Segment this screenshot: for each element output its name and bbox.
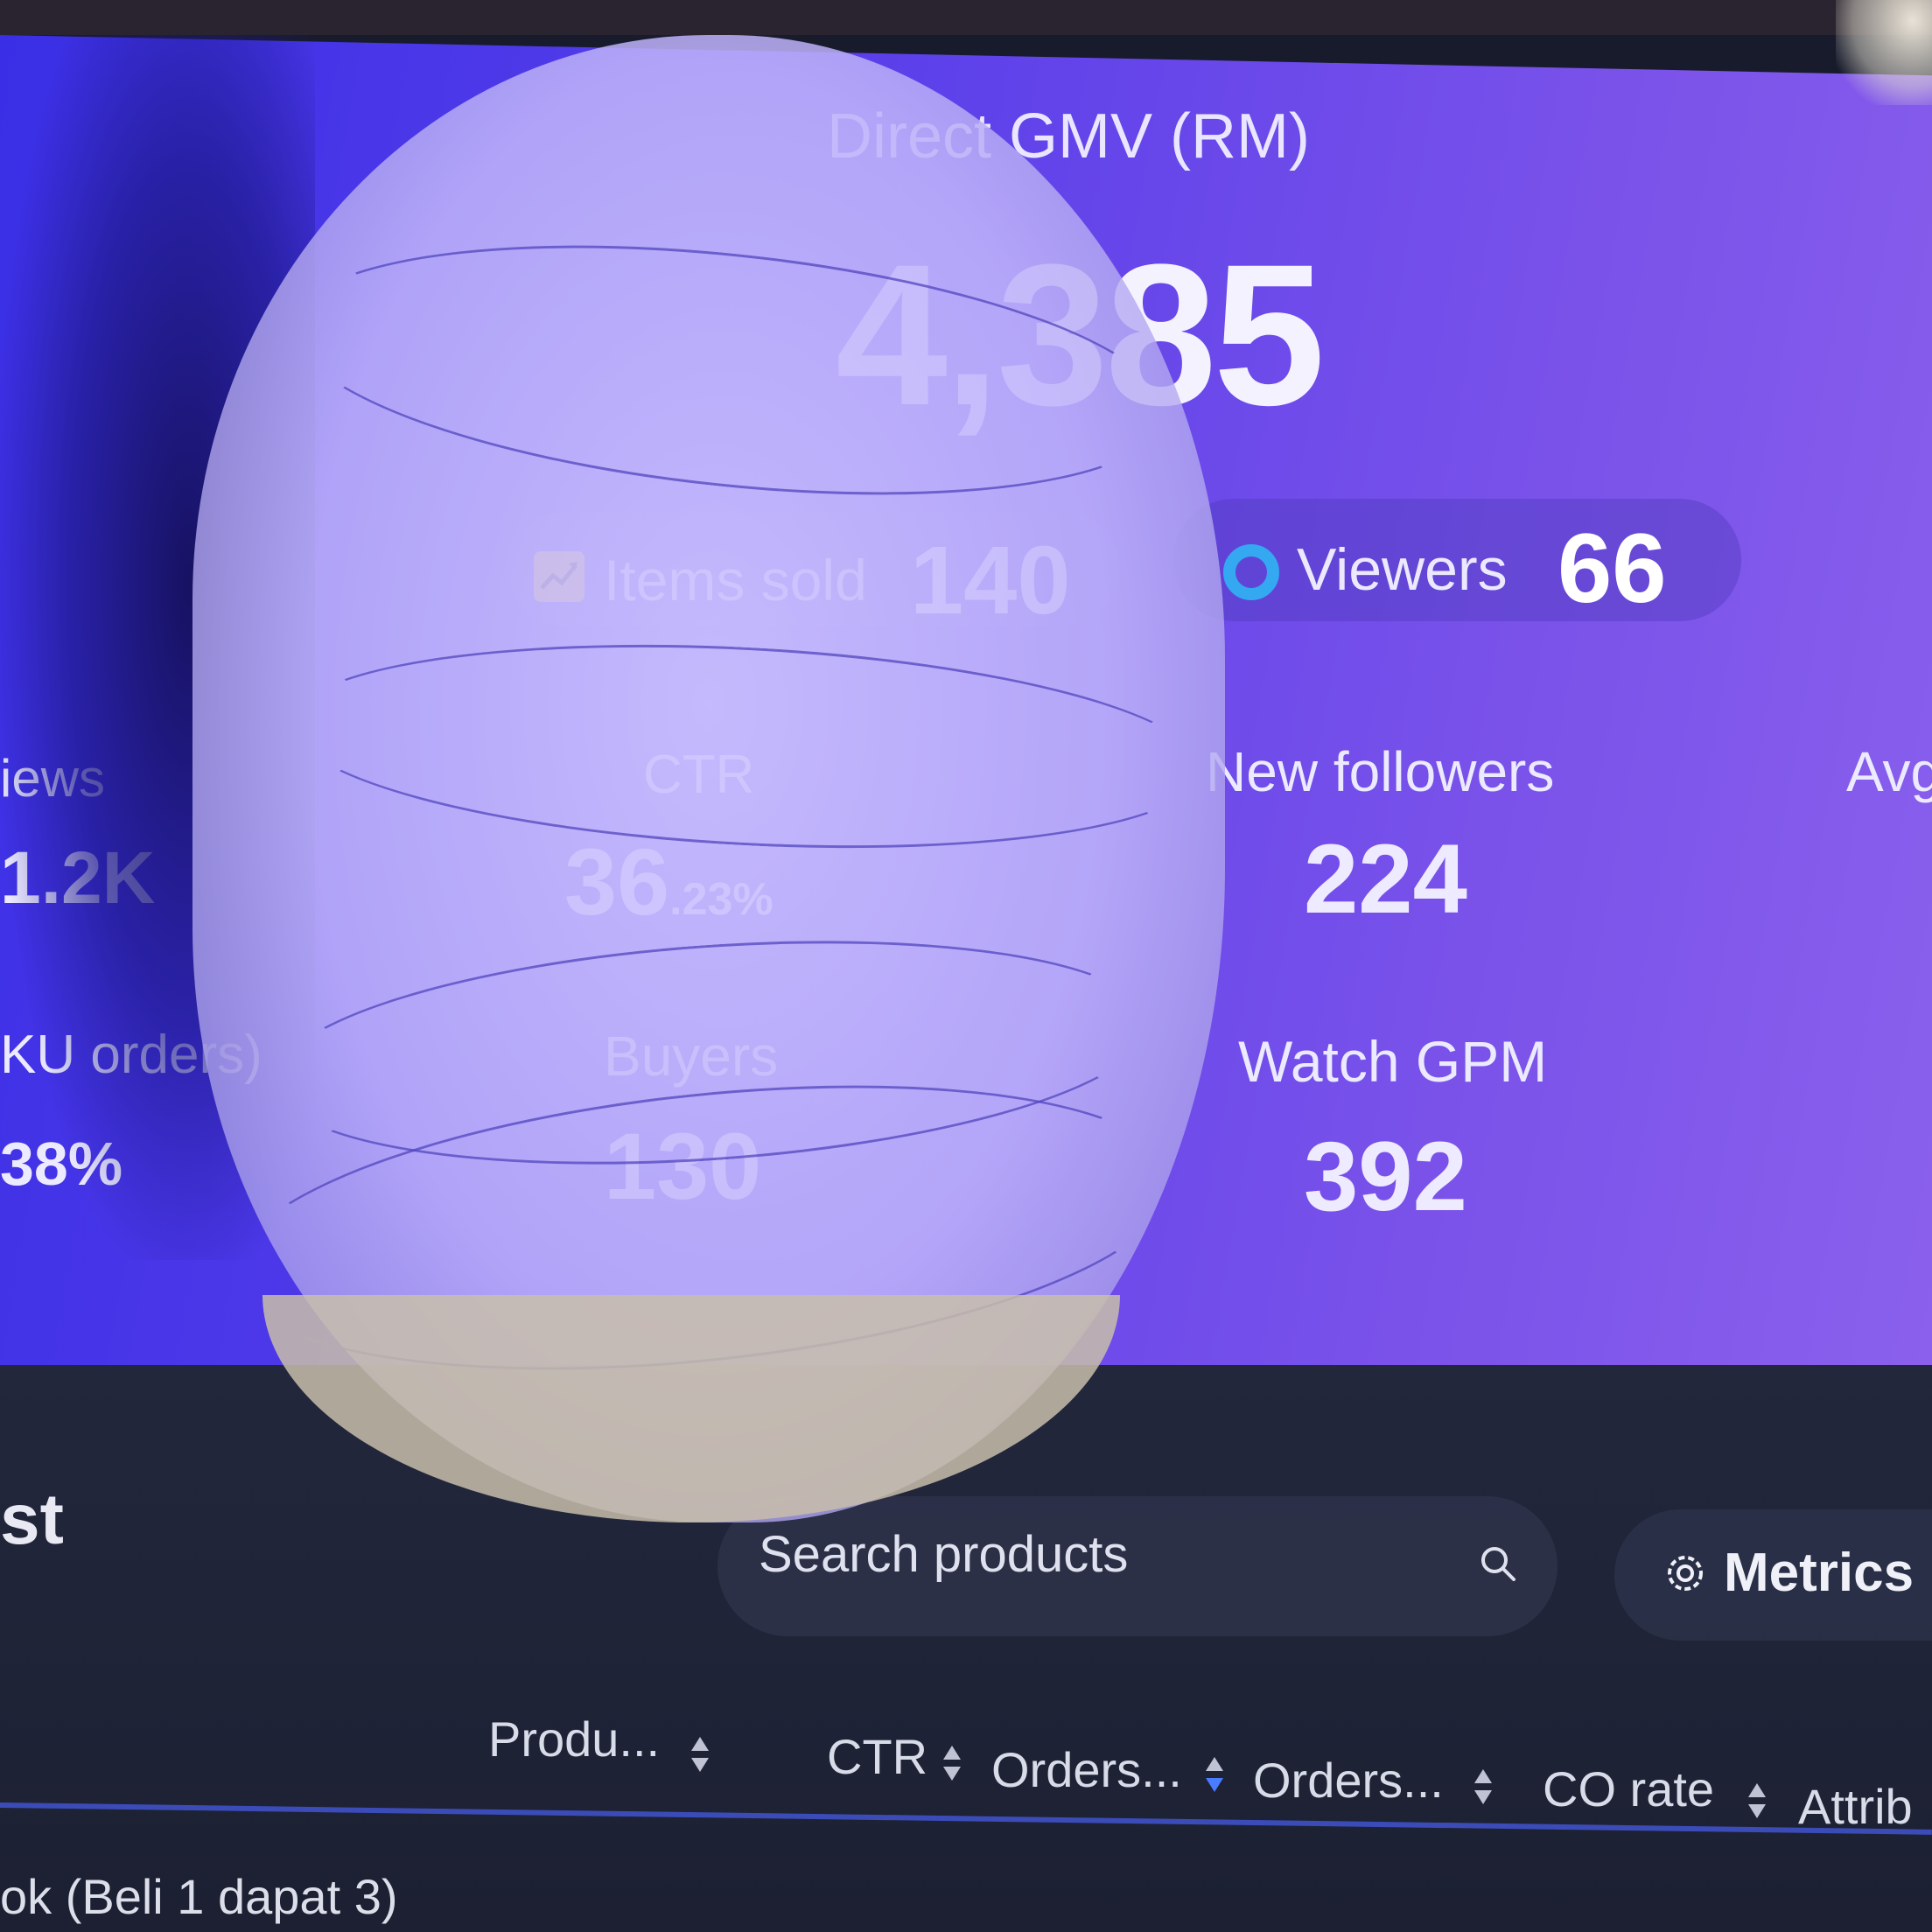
viewers-label: Viewers <box>1297 536 1508 603</box>
column-header-product[interactable]: Produ... <box>488 1711 660 1768</box>
views-value: 1.2K <box>0 836 156 919</box>
watch-gpm-label: Watch GPM <box>1238 1029 1548 1094</box>
sort-icon[interactable] <box>691 1737 709 1779</box>
search-input[interactable] <box>757 1518 1425 1590</box>
sort-icon[interactable] <box>943 1746 961 1788</box>
ctr-value-suffix: .23% <box>669 874 774 925</box>
product-list-panel <box>0 1365 1932 1932</box>
column-header-attribution[interactable]: Attrib <box>1798 1778 1913 1835</box>
trend-up-icon <box>534 551 584 602</box>
items-sold-label: Items sold <box>604 548 867 612</box>
photo-of-screen: Direct GMV (RM) 4,385 Items sold 140 Vie… <box>0 0 1932 1932</box>
new-followers-label: New followers <box>1206 740 1555 803</box>
gear-icon <box>1662 1550 1708 1600</box>
sku-orders-label: KU orders) <box>0 1025 262 1085</box>
items-sold-value: 140 <box>910 527 1071 634</box>
gmv-value: 4,385 <box>836 222 1326 447</box>
ctr-label: CTR <box>643 745 755 805</box>
column-header-orders-1[interactable]: Orders... <box>991 1741 1182 1798</box>
ctr-value-main: 36 <box>564 829 670 934</box>
buyers-value: 130 <box>604 1113 762 1219</box>
watch-gpm-value: 392 <box>1304 1122 1467 1231</box>
new-followers-value: 224 <box>1304 824 1467 934</box>
column-header-co-rate[interactable]: CO rate <box>1543 1760 1714 1817</box>
column-header-ctr[interactable]: CTR <box>827 1728 928 1785</box>
metrics-button-label[interactable]: Metrics <box>1724 1542 1914 1604</box>
sort-icon[interactable] <box>1474 1769 1492 1811</box>
avg-label: Avg <box>1846 740 1932 803</box>
gmv-label: Direct GMV (RM) <box>827 102 1310 172</box>
sort-icon[interactable] <box>1748 1783 1766 1825</box>
product-row-title[interactable]: ok (Beli 1 dapat 3) <box>0 1868 397 1925</box>
product-list-title: st <box>0 1480 64 1559</box>
sku-orders-value: 38% <box>0 1130 123 1198</box>
monitor-bezel <box>0 0 1932 35</box>
column-header-orders-2[interactable]: Orders... <box>1253 1752 1444 1809</box>
ctr-value: 36.23% <box>564 827 774 936</box>
views-label: iews <box>0 749 106 808</box>
search-icon[interactable] <box>1479 1544 1517 1587</box>
buyers-label: Buyers <box>604 1025 779 1088</box>
viewers-value: 66 <box>1558 514 1667 623</box>
sort-icon[interactable] <box>1206 1757 1223 1799</box>
viewers-ring-icon <box>1223 544 1279 600</box>
